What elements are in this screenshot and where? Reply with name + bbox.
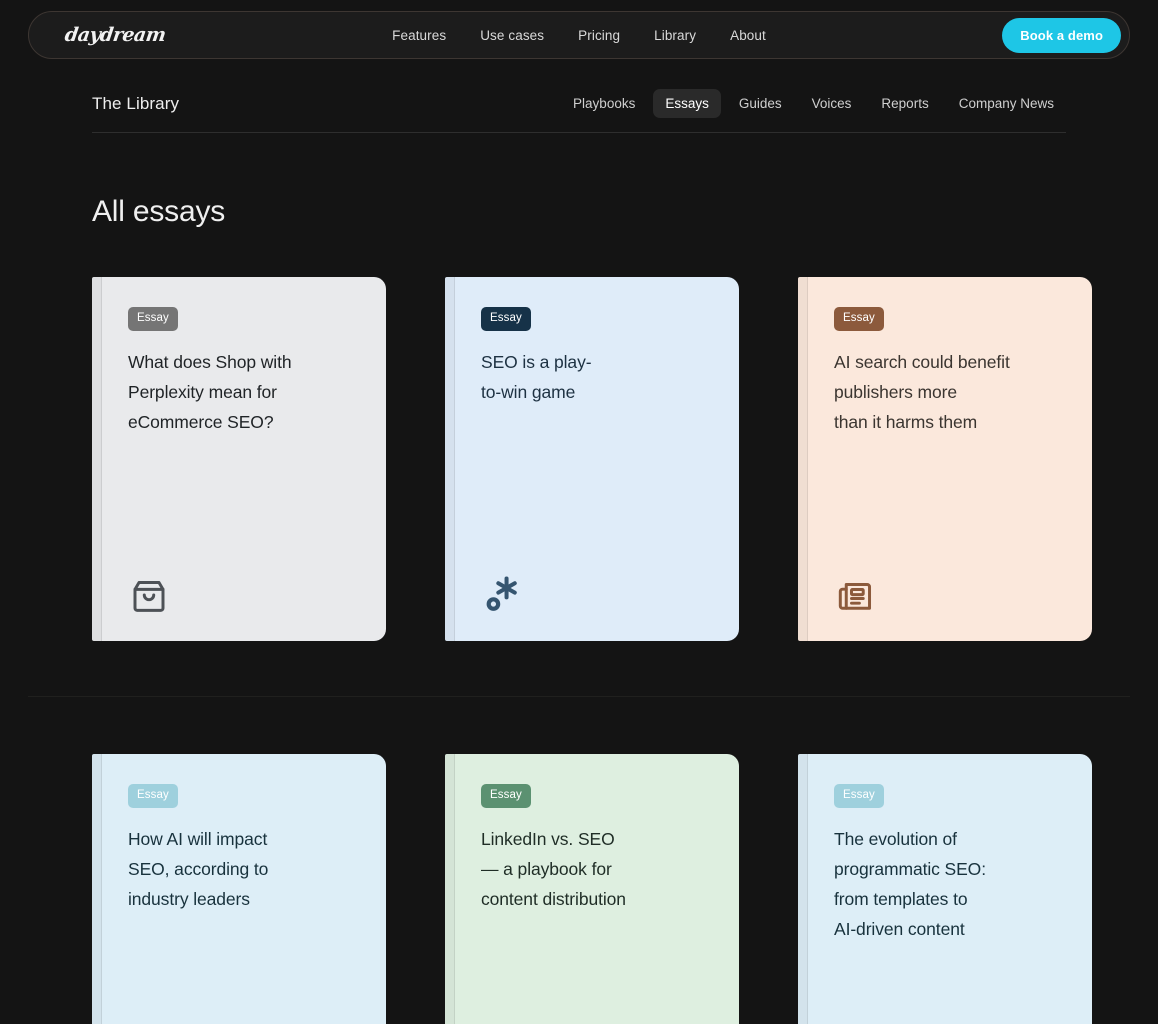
essay-type-badge: Essay bbox=[128, 307, 178, 331]
top-navigation-bar: daydream Features Use cases Pricing Libr… bbox=[0, 0, 1158, 59]
essay-type-badge: Essay bbox=[481, 784, 531, 808]
essay-grid-section-2: Essay How AI will impact SEO, according t… bbox=[28, 696, 1130, 1024]
essay-card-title: SEO is a play- to-win game bbox=[481, 351, 592, 402]
essay-card[interactable]: Essay How AI will impact SEO, according t… bbox=[92, 754, 386, 1024]
nav-link-about[interactable]: About bbox=[730, 28, 766, 43]
essay-card-title: What does Shop with Perplexity mean for … bbox=[128, 351, 292, 432]
book-a-demo-button[interactable]: Book a demo bbox=[1002, 17, 1121, 53]
essay-card[interactable]: Essay SEO is a play- to-win game bbox=[445, 277, 739, 641]
essay-card[interactable]: Essay What does Shop with Perplexity mean… bbox=[92, 277, 386, 641]
essay-grid-section-1: Essay What does Shop with Perplexity mean… bbox=[28, 229, 1130, 641]
nav-link-library[interactable]: Library bbox=[654, 28, 696, 43]
essay-type-badge: Essay bbox=[834, 307, 884, 331]
essay-card-grid-row-2: Essay How AI will impact SEO, according t… bbox=[92, 754, 1092, 1024]
primary-nav-links: Features Use cases Pricing Library About bbox=[392, 28, 766, 43]
essay-type-badge: Essay bbox=[834, 784, 884, 808]
library-subnav: The Library Playbooks Essays Guides Voic… bbox=[92, 89, 1066, 133]
daydream-logo[interactable]: daydream bbox=[63, 24, 167, 46]
essay-card-grid-row-1: Essay What does Shop with Perplexity mean… bbox=[92, 277, 1092, 641]
tab-company-news[interactable]: Company News bbox=[947, 89, 1066, 118]
newspaper-icon bbox=[834, 575, 876, 617]
tab-guides[interactable]: Guides bbox=[727, 89, 794, 118]
essay-type-badge: Essay bbox=[128, 784, 178, 808]
essay-card-title: LinkedIn vs. SEO — a playbook for conten… bbox=[481, 828, 626, 909]
essay-card[interactable]: Essay AI search could benefit publishers … bbox=[798, 277, 1092, 641]
nav-link-features[interactable]: Features bbox=[392, 28, 446, 43]
nav-link-pricing[interactable]: Pricing bbox=[578, 28, 620, 43]
library-tabs: Playbooks Essays Guides Voices Reports C… bbox=[561, 89, 1066, 118]
shopping-bag-icon bbox=[128, 575, 170, 617]
nav-link-use-cases[interactable]: Use cases bbox=[480, 28, 544, 43]
essay-card-title: AI search could benefit publishers more … bbox=[834, 351, 1010, 432]
essay-card[interactable]: Essay The evolution of programmatic SEO: … bbox=[798, 754, 1092, 1024]
primary-nav: daydream Features Use cases Pricing Libr… bbox=[28, 11, 1130, 59]
essay-card-title: How AI will impact SEO, according to ind… bbox=[128, 828, 269, 909]
essay-type-badge: Essay bbox=[481, 307, 531, 331]
library-subnav-wrapper: The Library Playbooks Essays Guides Voic… bbox=[28, 89, 1130, 133]
tab-reports[interactable]: Reports bbox=[869, 89, 940, 118]
asterisk-dot-icon bbox=[481, 575, 523, 617]
page-header: All essays bbox=[28, 195, 1130, 229]
tab-playbooks[interactable]: Playbooks bbox=[561, 89, 647, 118]
essay-card-title: The evolution of programmatic SEO: from … bbox=[834, 828, 986, 939]
tab-voices[interactable]: Voices bbox=[800, 89, 864, 118]
tab-essays[interactable]: Essays bbox=[653, 89, 721, 118]
page-title: All essays bbox=[92, 195, 226, 228]
library-title: The Library bbox=[92, 93, 180, 113]
essay-card[interactable]: Essay LinkedIn vs. SEO — a playbook for c… bbox=[445, 754, 739, 1024]
